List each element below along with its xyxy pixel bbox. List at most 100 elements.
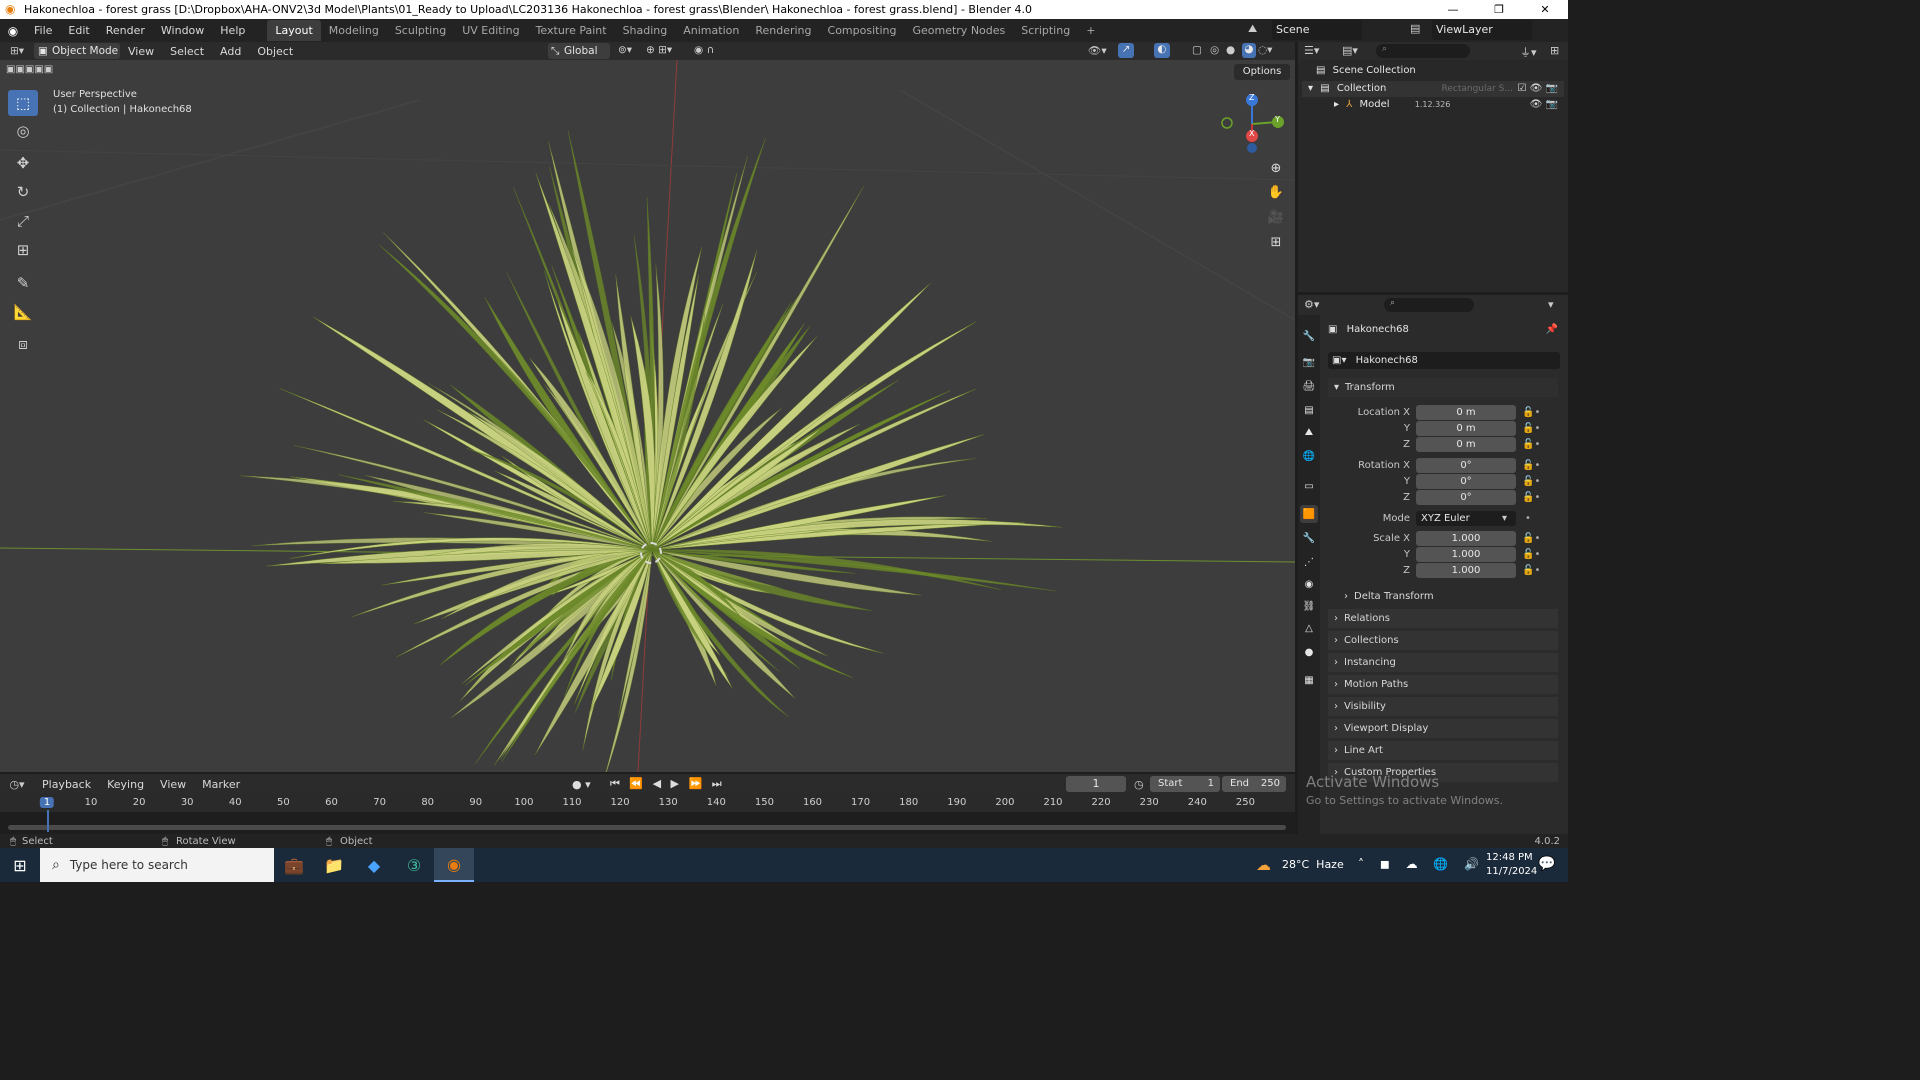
outliner-row-model[interactable]: ▸ ⅄ Model 1.12.326 👁 📷 (1302, 97, 1564, 113)
options-dropdown[interactable]: Options (1234, 64, 1290, 80)
view-layer-tab-icon[interactable]: ▤ (1300, 401, 1318, 419)
lock-icon[interactable]: 🔓• (1522, 492, 1540, 503)
collections-panel[interactable]: › Collections (1328, 630, 1558, 650)
blender-taskbar-icon[interactable]: ◉ (434, 848, 474, 882)
scene-tab-icon[interactable]: ⛰ (1300, 423, 1318, 441)
timeline-ruler[interactable]: 1 10 20 30 40 50 60 70 80 90 100 110 120 130 140 150 160… (0, 794, 1295, 812)
editor-type-icon[interactable]: ⊞▾ (0, 45, 34, 57)
tab-rendering[interactable]: Rendering (747, 20, 819, 41)
outliner-editor-icon[interactable]: ☰▾ (1304, 44, 1319, 57)
model-visibility-icons[interactable]: 👁 📷 (1530, 97, 1558, 113)
object-mode-dropdown[interactable]: ▣ Object Mode (34, 43, 120, 59)
select-box-modes[interactable]: ▣▣▣▣▣ (6, 64, 86, 78)
timeline-editor-icon[interactable]: ◷▾ (0, 778, 34, 791)
scale-z-field[interactable]: 1.000 (1416, 562, 1516, 578)
delta-transform-panel[interactable]: › Delta Transform (1338, 586, 1558, 606)
solid-shading-icon[interactable]: ● (1226, 44, 1235, 56)
tab-shading[interactable]: Shading (615, 20, 676, 41)
tab-animation[interactable]: Animation (675, 20, 747, 41)
clock-date[interactable]: 11/7/2024 (1486, 866, 1537, 877)
file-explorer-icon[interactable]: 📁 (314, 848, 354, 882)
notification-icon[interactable]: 💬 (1538, 856, 1555, 872)
scale-y-field[interactable]: 1.000 (1416, 546, 1516, 562)
properties-options-icon[interactable]: ▾ (1548, 298, 1554, 311)
rotation-x-field[interactable]: 0° (1416, 457, 1516, 473)
rotation-mode-dropdown[interactable]: XYZ Euler (1416, 510, 1516, 526)
tab-scripting[interactable]: Scripting (1013, 20, 1078, 41)
transform-orientation-dropdown[interactable]: ⤡ Global (548, 43, 610, 59)
taskbar-search-input[interactable]: ⌕ Type here to search (40, 848, 274, 882)
rotate-tool-icon[interactable]: ↻ (8, 179, 38, 205)
timeline-menu-playback[interactable]: Playback (34, 778, 99, 791)
menu-file[interactable]: File (26, 24, 60, 37)
current-frame-field[interactable]: 1 (1066, 776, 1126, 792)
location-x-field[interactable]: 0 m (1416, 404, 1516, 420)
tab-modeling[interactable]: Modeling (321, 20, 387, 41)
zoom-icon[interactable]: ⊕ (1264, 157, 1288, 179)
tab-layout[interactable]: Layout (267, 20, 321, 41)
start-frame-field[interactable]: Start 1 (1150, 776, 1220, 792)
tab-uv-editing[interactable]: UV Editing (454, 20, 527, 41)
work-briefcase-icon[interactable]: 💼 (274, 848, 314, 882)
tab-geometry-nodes[interactable]: Geometry Nodes (904, 20, 1013, 41)
menu-render[interactable]: Render (98, 24, 153, 37)
particles-tab-icon[interactable]: ⋰ (1300, 553, 1318, 571)
new-collection-icon[interactable]: ⊞ (1550, 44, 1559, 57)
annotate-tool-icon[interactable]: ✎ (8, 270, 38, 296)
physics-tab-icon[interactable]: ◉ (1300, 575, 1318, 593)
add-workspace-button[interactable]: + (1078, 20, 1103, 41)
preview-range-icon[interactable]: ◷ (1134, 778, 1144, 791)
pin-icon[interactable]: 📌 (1546, 324, 1558, 335)
output-tab-icon[interactable]: 🖨 (1300, 377, 1318, 395)
outliner-search-input[interactable]: ⌕ (1376, 44, 1470, 58)
playhead[interactable] (47, 810, 49, 832)
menu-window[interactable]: Window (153, 24, 212, 37)
proportional-edit-icon[interactable]: ◉ ∩ (694, 44, 714, 56)
system-tray-icons[interactable]: ˄ ◼ ☁ 🌐 🔊 (1358, 857, 1485, 871)
snap-icon[interactable]: ⊕ ⊞▾ (646, 44, 672, 56)
view-layer-selector[interactable]: ViewLayer (1432, 20, 1532, 40)
lock-icon[interactable]: 🔓• (1522, 460, 1540, 471)
instancing-panel[interactable]: › Instancing (1328, 652, 1558, 672)
scale-x-field[interactable]: 1.000 (1416, 530, 1516, 546)
display-mode-icon[interactable]: ▤▾ (1342, 44, 1358, 57)
camera-view-icon[interactable]: 🎥 (1264, 206, 1288, 228)
scale-tool-icon[interactable]: ⤢ (8, 208, 38, 234)
viewport-menu-select[interactable]: Select (162, 45, 212, 58)
menu-edit[interactable]: Edit (60, 24, 97, 37)
tool-tab-icon[interactable]: 🔧 (1300, 327, 1318, 345)
material-preview-icon[interactable]: ◕ (1242, 43, 1256, 58)
gizmo-toggle-icon[interactable]: ↗ (1118, 43, 1134, 58)
overlay-toggle-icon[interactable]: ◐ (1154, 43, 1170, 58)
collection-tab-icon[interactable]: ▭ (1300, 477, 1318, 495)
ortho-grid-icon[interactable]: ⊞ (1264, 231, 1288, 253)
motion-paths-panel[interactable]: › Motion Paths (1328, 674, 1558, 694)
xray-icon[interactable]: ▢ (1192, 44, 1202, 56)
location-y-field[interactable]: 0 m (1416, 420, 1516, 436)
material-tab-icon[interactable]: ● (1300, 643, 1318, 661)
tab-sculpting[interactable]: Sculpting (387, 20, 454, 41)
world-tab-icon[interactable]: 🌐 (1300, 447, 1318, 465)
visibility-icon[interactable]: 👁▾ (1088, 44, 1107, 57)
pan-hand-icon[interactable]: ✋ (1264, 181, 1288, 203)
timeline-area[interactable]: 1 10 20 30 40 50 60 70 80 90 100 110 120 130 140 150 160… (0, 794, 1295, 834)
keyframe-dot-icon[interactable]: • (1525, 513, 1531, 524)
rotation-z-field[interactable]: 0° (1416, 489, 1516, 505)
navigation-gizmo[interactable]: Z Y X (1214, 90, 1290, 156)
timeline-menu-marker[interactable]: Marker (194, 778, 248, 791)
menu-help[interactable]: Help (212, 24, 253, 37)
pivot-point-icon[interactable]: ⊚▾ (618, 44, 632, 56)
close-button[interactable]: ✕ (1522, 0, 1568, 19)
lock-icon[interactable]: 🔓• (1522, 549, 1540, 560)
transform-tool-icon[interactable]: ⊞ (8, 237, 38, 263)
lock-icon[interactable]: 🔓• (1522, 476, 1540, 487)
transform-panel-header[interactable]: ▾ Transform (1328, 377, 1558, 397)
minimize-button[interactable]: — (1430, 0, 1476, 19)
render-tab-icon[interactable]: 📷 (1300, 353, 1318, 371)
timeline-menu-keying[interactable]: Keying (99, 778, 152, 791)
viewport-menu-view[interactable]: View (120, 45, 162, 58)
measure-tool-icon[interactable]: 📐 (8, 299, 38, 325)
tab-compositing[interactable]: Compositing (820, 20, 905, 41)
lock-icon[interactable]: 🔓• (1522, 533, 1540, 544)
collection-visibility-icons[interactable]: ☑ 👁 📷 (1518, 81, 1558, 97)
